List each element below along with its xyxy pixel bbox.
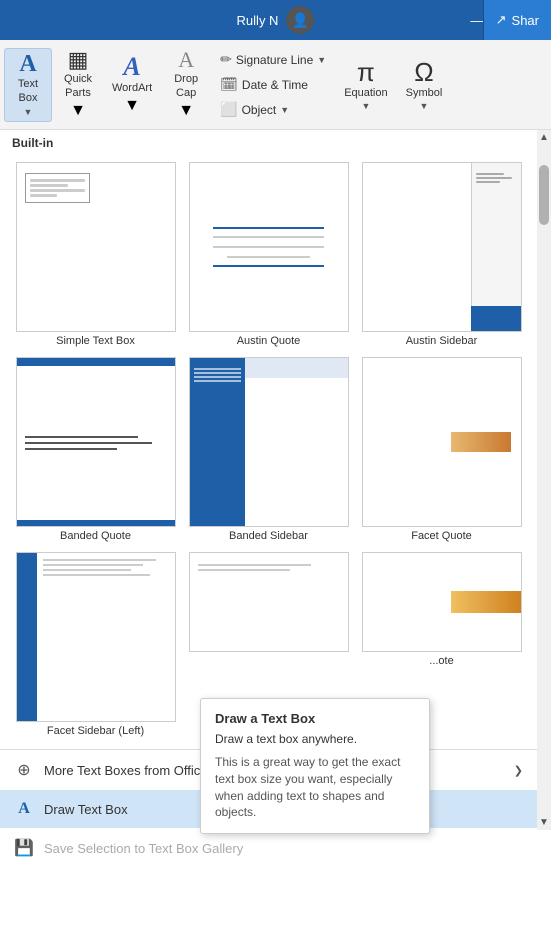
dropcap-ribbon-button[interactable]: A DropCap ▼ [162,48,210,122]
equation-arrow: ▼ [361,101,370,111]
more-textboxes-arrow: ❯ [514,764,523,777]
facet-quote-label: Facet Quote [411,530,472,542]
banded-quote-label: Banded Quote [60,530,131,542]
object-button[interactable]: ⬜ Object ▼ [216,99,330,120]
simple-textbox-thumb [16,162,176,332]
more-textboxes-icon: ⊕ [14,760,34,780]
banded-sidebar-thumb [189,357,349,527]
austin-sidebar-thumb [362,162,522,332]
tooltip-description: This is a great way to get the exact tex… [215,754,415,821]
equation-label: Equation [344,87,387,99]
banded-quote-thumb [16,357,176,527]
symbol-label: Symbol [406,87,443,99]
gallery-item-simple-textbox[interactable]: Simple Text Box [12,160,179,349]
dropcap-arrow: ▼ [178,102,194,120]
gallery-item-austin-sidebar[interactable]: Austin Sidebar [358,160,525,349]
date-time-label: Date & Time [242,78,308,92]
dropcap-label: DropCap [174,73,198,99]
tooltip-subtitle: Draw a text box anywhere. [215,732,415,746]
gallery-grid: Simple Text Box Austin Quote [0,154,537,745]
scroll-up-button[interactable]: ▲ [537,130,551,145]
avatar: 👤 [286,6,314,34]
object-arrow: ▼ [280,105,289,115]
banded-sidebar-label: Banded Sidebar [229,530,308,542]
signature-line-arrow: ▼ [317,55,326,65]
quickparts-arrow: ▼ [70,102,86,120]
gallery-item-facet-quote[interactable]: Facet Quote [358,355,525,544]
partial-2-thumb [189,552,349,652]
save-selection-label: Save Selection to Text Box Gallery [44,841,243,856]
textbox-ribbon-button[interactable]: A TextBox ▼ [4,48,52,122]
object-icon: ⬜ [220,101,237,118]
austin-quote-label: Austin Quote [237,335,301,347]
scroll-down-button[interactable]: ▼ [537,815,551,830]
object-label: Object [242,103,277,117]
signature-line-label: Signature Line [236,53,313,67]
gallery-item-banded-sidebar[interactable]: Banded Sidebar [185,355,352,544]
gallery-item-austin-quote[interactable]: Austin Quote [185,160,352,349]
quickparts-icon: ▦ [68,49,89,71]
textbox-arrow: ▼ [24,107,33,117]
symbol-icon: Ω [414,59,433,85]
draw-textbox-icon: A [14,800,34,818]
equation-ribbon-button[interactable]: π Equation ▼ [336,48,395,122]
title-bar-user: Rully N 👤 [237,6,315,34]
wordart-label: WordArt [112,82,152,95]
tooltip-title: Draw a Text Box [215,711,415,726]
signature-line-button[interactable]: ✏ Signature Line ▼ [216,49,330,70]
date-time-icon: 🗓 [220,76,238,93]
title-bar: Rully N 👤 — ❐ ↗ Shar [0,0,551,40]
insert-group-right: ✏ Signature Line ▼ 🗓 Date & Time ⬜ Objec… [212,48,334,122]
symbol-arrow: ▼ [420,101,429,111]
wordart-arrow: ▼ [124,97,140,115]
minimize-button[interactable]: — [470,13,483,28]
simple-textbox-label: Simple Text Box [56,335,135,347]
gallery-item-facet-sidebar-left[interactable]: Facet Sidebar (Left) [12,550,179,739]
symbol-ribbon-button[interactable]: Ω Symbol ▼ [398,48,451,122]
equation-icon: π [357,59,375,85]
facet-quote-thumb [362,357,522,527]
signature-line-icon: ✏ [220,51,232,68]
textbox-label: TextBox [18,78,38,104]
save-selection-icon: 💾 [14,838,34,858]
scroll-thumb[interactable] [539,165,549,225]
user-name: Rully N [237,13,279,28]
facet-sidebar-left-thumb [16,552,176,722]
partial-3-label: ...ote [429,655,453,667]
wordart-icon: A [123,54,140,80]
dropcap-icon: A [178,49,194,71]
section-label: Built-in [0,130,537,154]
draw-textbox-label: Draw Text Box [44,802,128,817]
austin-quote-thumb [189,162,349,332]
wordart-ribbon-button[interactable]: A WordArt ▼ [104,48,160,122]
date-time-button[interactable]: 🗓 Date & Time [216,74,330,95]
tooltip-popup: Draw a Text Box Draw a text box anywhere… [200,698,430,834]
quickparts-label: QuickParts [64,73,92,99]
vertical-scrollbar[interactable]: ▲ ▼ [537,130,551,830]
austin-sidebar-label: Austin Sidebar [406,335,478,347]
ribbon: A TextBox ▼ ▦ QuickParts ▼ A WordArt ▼ A… [0,40,551,130]
textbox-icon: A [19,52,36,76]
facet-sidebar-left-label: Facet Sidebar (Left) [47,725,144,737]
gallery-item-banded-quote[interactable]: Banded Quote [12,355,179,544]
quickparts-ribbon-button[interactable]: ▦ QuickParts ▼ [54,48,102,122]
partial-3-thumb [362,552,522,652]
share-button[interactable]: ↗ Shar [483,0,551,40]
